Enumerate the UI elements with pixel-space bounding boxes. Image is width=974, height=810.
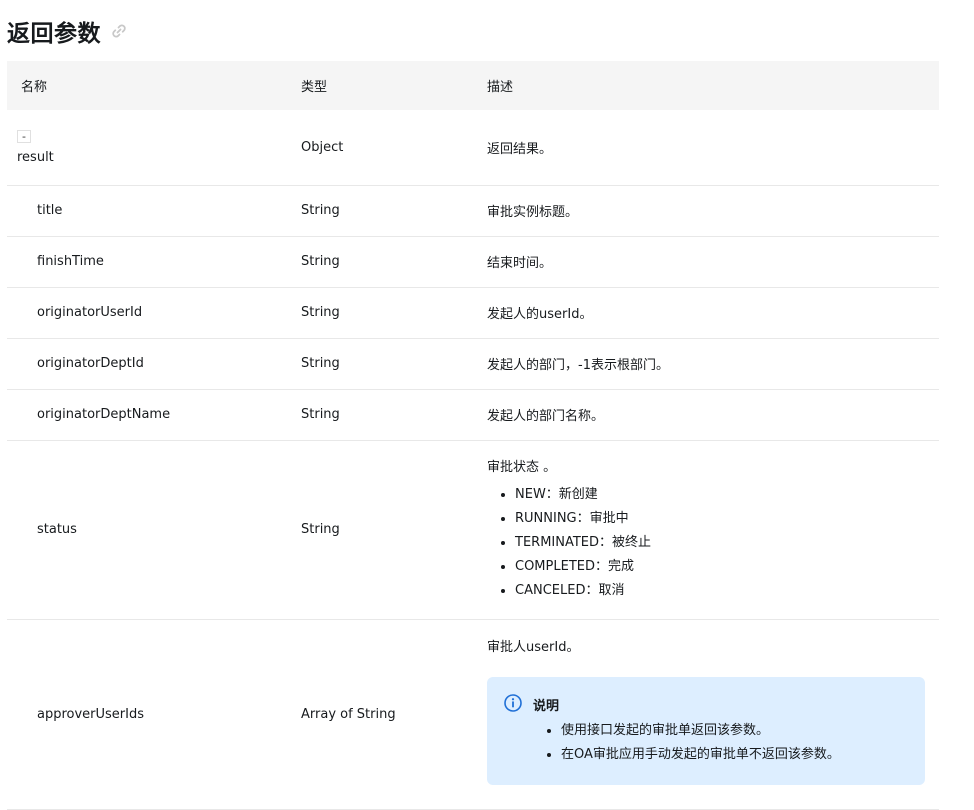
param-desc: 审批实例标题。 <box>487 185 939 237</box>
title-row: 返回参数 <box>7 14 129 48</box>
param-desc: 审批人userId。 <box>487 639 580 655</box>
param-name: approverUserIds <box>7 619 301 810</box>
list-item: 使用接口发起的审批单返回该参数。 <box>561 719 925 743</box>
status-desc-cell: 审批状态 。 NEW：新创建 RUNNING：审批中 TERMINATED：被终… <box>487 440 939 620</box>
header-name: 名称 <box>7 61 301 110</box>
list-item: TERMINATED：被终止 <box>515 531 939 555</box>
status-values-list: NEW：新创建 RUNNING：审批中 TERMINATED：被终止 COMPL… <box>487 483 939 603</box>
table-row: originatorDeptId String 发起人的部门，-1表示根部门。 <box>7 338 939 390</box>
param-type: Object <box>301 110 487 186</box>
param-desc: 发起人的部门，-1表示根部门。 <box>487 338 939 390</box>
param-type: Array of String <box>301 619 487 810</box>
param-desc: 发起人的部门名称。 <box>487 389 939 441</box>
return-params-table: 名称 类型 描述 - result Object 返回结果。 title Str… <box>7 61 939 810</box>
param-name: originatorDeptName <box>7 389 301 441</box>
table-row-result: - result Object 返回结果。 <box>7 110 939 186</box>
result-name-cell: - result <box>7 110 301 186</box>
page-title: 返回参数 <box>7 21 101 47</box>
info-icon <box>503 693 523 717</box>
page: 返回参数 名称 类型 描述 - result Object 返回结果。 titl… <box>0 0 974 810</box>
param-desc: 审批状态 。 <box>487 459 557 475</box>
param-type: String <box>301 389 487 441</box>
table-row: originatorUserId String 发起人的userId。 <box>7 287 939 339</box>
param-name: originatorDeptId <box>7 338 301 390</box>
note-list: 使用接口发起的审批单返回该参数。 在OA审批应用手动发起的审批单不返回该参数。 <box>503 719 925 767</box>
approver-desc-cell: 审批人userId。 说明 • 使用接口发起的审批单返回该参数。 • 在OA审批… <box>487 619 939 810</box>
param-type: String <box>301 287 487 339</box>
link-icon[interactable] <box>109 21 129 41</box>
param-name: title <box>7 185 301 237</box>
param-desc: 发起人的userId。 <box>487 287 939 339</box>
param-name: result <box>17 150 54 166</box>
table-row-approver: approverUserIds Array of String 审批人userI… <box>7 619 939 810</box>
param-desc: 结束时间。 <box>487 236 939 288</box>
header-desc: 描述 <box>487 61 939 110</box>
table-row: finishTime String 结束时间。 <box>7 236 939 288</box>
collapse-toggle-button[interactable]: - <box>17 130 31 144</box>
param-name: originatorUserId <box>7 287 301 339</box>
table-row: originatorDeptName String 发起人的部门名称。 <box>7 389 939 441</box>
table-row-status: status String 审批状态 。 NEW：新创建 RUNNING：审批中… <box>7 440 939 620</box>
param-type: String <box>301 236 487 288</box>
param-type: String <box>301 338 487 390</box>
param-type: String <box>301 440 487 620</box>
table-row: title String 审批实例标题。 <box>7 185 939 237</box>
note-box: 说明 使用接口发起的审批单返回该参数。 在OA审批应用手动发起的审批单不返回该参… <box>487 676 925 785</box>
param-desc: 返回结果。 <box>487 110 939 186</box>
param-type: String <box>301 185 487 237</box>
note-title: 说明 <box>533 699 560 714</box>
table-header-row: 名称 类型 描述 <box>7 61 939 110</box>
header-type: 类型 <box>301 61 487 110</box>
list-item: CANCELED：取消 <box>515 579 939 603</box>
list-item: 在OA审批应用手动发起的审批单不返回该参数。 <box>561 743 925 767</box>
param-name: status <box>7 440 301 620</box>
param-name: finishTime <box>7 236 301 288</box>
note-header: 说明 <box>503 693 925 717</box>
list-item: COMPLETED：完成 <box>515 555 939 579</box>
list-item: NEW：新创建 <box>515 483 939 507</box>
list-item: RUNNING：审批中 <box>515 507 939 531</box>
